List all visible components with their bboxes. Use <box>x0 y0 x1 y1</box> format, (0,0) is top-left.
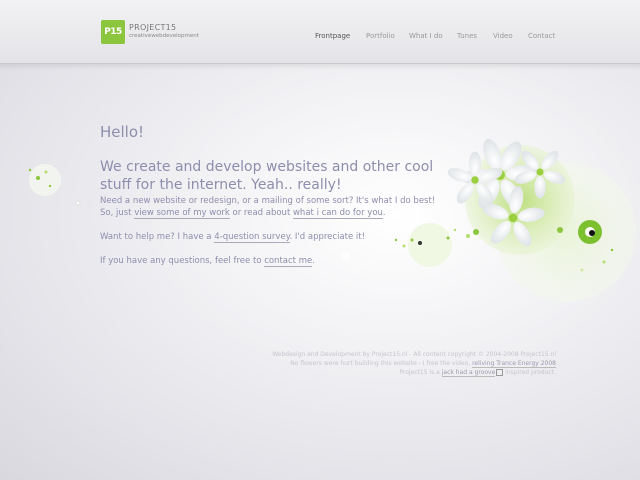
external-link-icon <box>496 369 504 376</box>
survey-text-2: . I'd appreciate it! <box>289 232 366 242</box>
questions-paragraph: If you have any questions, feel free to … <box>100 255 450 267</box>
flowers <box>447 139 566 247</box>
questions-text-2: . <box>312 256 315 266</box>
footer-flowers-text: No flowers were hurt building this websi… <box>290 360 471 367</box>
logo-title: PROJECT15 <box>129 23 177 33</box>
site-footer: Webdesign and Development by Project15.n… <box>226 350 556 377</box>
p15-logo-icon: P15 <box>101 20 125 44</box>
nav-item-what-i-do[interactable]: What I do <box>409 32 443 40</box>
footer-product-text-1: Project15 is a <box>399 369 440 376</box>
site-logo[interactable]: P15 PROJECT15 creativewebdevelopment <box>101 20 199 44</box>
intro-paragraph: Need a new website or redesign, or a mai… <box>100 195 450 219</box>
nav-item-contact[interactable]: Contact <box>528 32 555 40</box>
footer-product-text-2: inspired product. <box>505 369 556 376</box>
header-shadow <box>0 64 640 70</box>
main-content: Hello! We create and develop websites an… <box>100 123 450 267</box>
headline: We create and develop websites and other… <box>100 159 434 193</box>
trance-energy-link[interactable]: reliving Trance Energy 2008 <box>472 360 556 368</box>
contact-link[interactable]: contact me <box>264 256 313 267</box>
survey-text-1: Want to help me? I have a <box>100 232 212 242</box>
main-nav: Frontpage Portfolio What I do Tunes Vide… <box>310 32 560 42</box>
logo-tagline: creativewebdevelopment <box>129 33 199 40</box>
nav-item-portfolio[interactable]: Portfolio <box>366 32 395 40</box>
footer-line-2: No flowers were hurt building this websi… <box>226 359 556 368</box>
intro-text-1: Need a new website or redesign, or a mai… <box>100 196 436 206</box>
jack-had-a-groove-link[interactable]: jack had a groove <box>441 369 496 377</box>
survey-link[interactable]: 4-question survey <box>214 232 290 243</box>
what-i-can-do-link[interactable]: what i can do for you <box>292 208 383 219</box>
intro-text-4: . <box>382 208 386 218</box>
nav-item-video[interactable]: Video <box>493 32 513 40</box>
nav-item-tunes[interactable]: Tunes <box>457 32 477 40</box>
intro-text-2: So, just <box>100 208 132 218</box>
view-work-link[interactable]: view some of my work <box>134 208 230 219</box>
questions-text-1: If you have any questions, feel free to <box>100 256 262 266</box>
survey-paragraph: Want to help me? I have a 4-question sur… <box>100 231 450 243</box>
logo-text: PROJECT15 creativewebdevelopment <box>129 24 199 40</box>
footer-line-3: Project15 is a jack had a groove inspire… <box>226 368 556 377</box>
intro-text-3: or read about <box>232 208 291 218</box>
hello-heading: Hello! <box>100 123 145 141</box>
footer-copyright: Webdesign and Development by Project15.n… <box>272 351 556 358</box>
nav-item-frontpage[interactable]: Frontpage <box>315 32 350 40</box>
site-header: P15 PROJECT15 creativewebdevelopment Fro… <box>0 0 640 64</box>
